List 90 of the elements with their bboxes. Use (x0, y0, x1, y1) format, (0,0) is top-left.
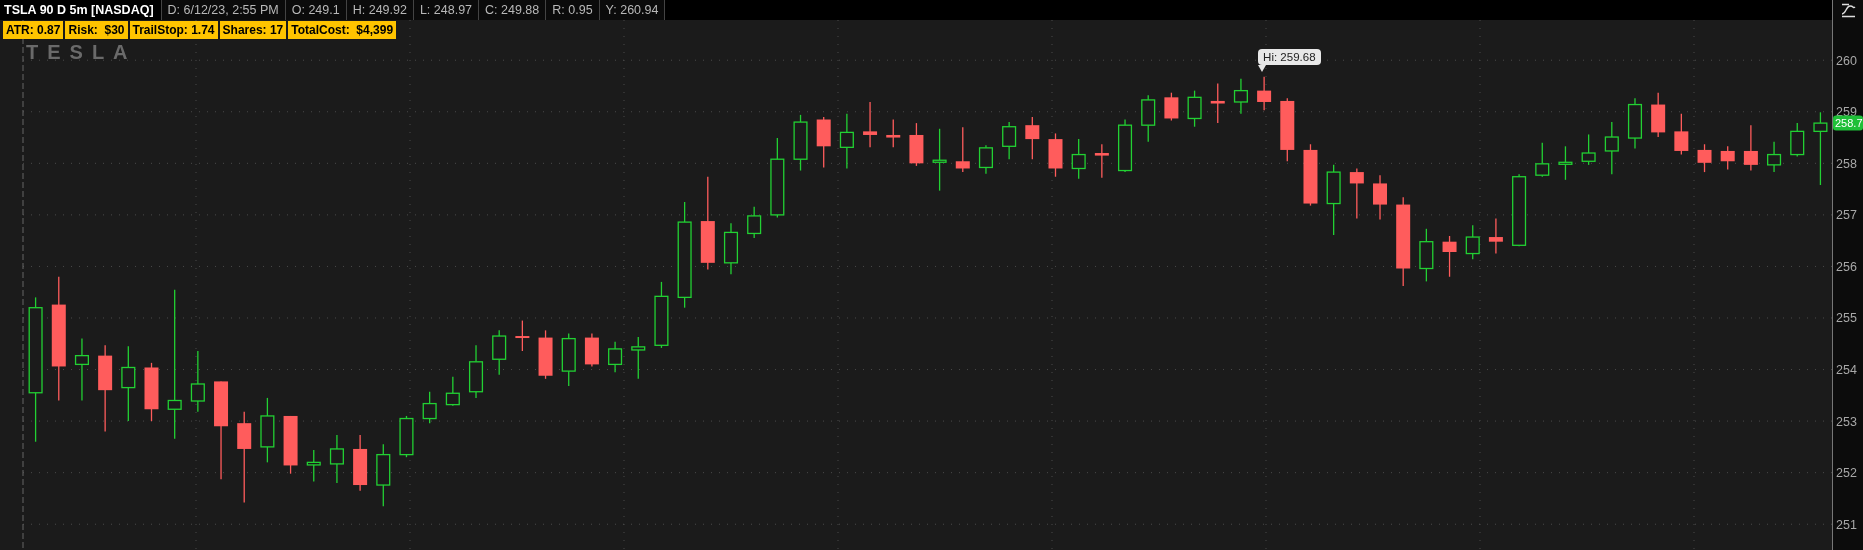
candlestick (793, 114, 808, 172)
candlestick (1674, 113, 1689, 156)
candlestick (1790, 122, 1805, 158)
candlestick (1535, 142, 1550, 178)
candlestick (1581, 133, 1596, 166)
candlestick (839, 113, 854, 170)
logo-text: TESLA (26, 41, 137, 63)
price-tick-label: 256 (1836, 259, 1857, 274)
candlestick (306, 449, 321, 483)
candlestick (747, 206, 762, 239)
price-tick-label: 257 (1836, 208, 1857, 223)
candlestick (909, 122, 924, 167)
quote-field: Y: 260.94 (599, 0, 666, 20)
candlestick (1094, 143, 1109, 179)
candlestick (584, 332, 599, 368)
study-label: Shares: 17 (219, 21, 287, 39)
candlestick (329, 434, 344, 484)
candlestick (1442, 235, 1457, 278)
candlestick (1048, 132, 1063, 178)
candlestick (561, 332, 576, 387)
candlestick (1187, 89, 1202, 128)
candlestick (190, 350, 205, 413)
candlestick (515, 319, 530, 352)
candlestick (1233, 78, 1248, 115)
candlestick (816, 116, 831, 169)
candlestick (978, 144, 993, 175)
candlestick (1257, 76, 1272, 111)
candlestick (1419, 228, 1434, 283)
candlestick (631, 336, 646, 380)
candlestick (422, 391, 437, 424)
quote-field: O: 249.1 (285, 0, 347, 20)
candlestick (863, 101, 878, 148)
candlestick (955, 126, 970, 173)
candlestick (932, 128, 947, 192)
candlestick (283, 415, 298, 475)
candlestick (1743, 124, 1758, 172)
candlestick (654, 281, 669, 349)
price-tick-label: 251 (1836, 517, 1857, 532)
candlestick (1373, 174, 1387, 221)
candlestick (1720, 145, 1735, 171)
high-tooltip: Hi: 259.68 (1258, 48, 1321, 65)
candlestick (468, 344, 484, 399)
quote-field: D: 6/12/23, 2:55 PM (161, 0, 286, 20)
candlestick (260, 397, 275, 463)
candlestick (1767, 141, 1782, 173)
candlestick (1465, 224, 1480, 260)
candlestick (74, 337, 89, 402)
candlestick (886, 118, 901, 148)
quote-field: C: 249.88 (479, 0, 547, 20)
candlestick (1326, 164, 1341, 236)
quote-field: R: 0.95 (546, 0, 600, 20)
price-tick-label: 258 (1836, 156, 1857, 171)
candlestick (538, 329, 553, 380)
study-label: TrailStop: 1.74 (129, 21, 218, 39)
candlestick (608, 341, 623, 373)
candlestick (399, 415, 414, 458)
candlestick (1697, 143, 1712, 173)
candlestick (1627, 97, 1643, 150)
candlestick (1604, 121, 1619, 175)
price-tick-label: 254 (1836, 363, 1857, 378)
price-tick-label: 260 (1836, 53, 1857, 68)
study-label: TotalCost: $4,399 (288, 21, 397, 39)
price-tick-label: 252 (1836, 466, 1857, 481)
candlestick (445, 376, 460, 407)
quote-field: H: 249.92 (346, 0, 414, 20)
study-label: Risk: $30 (65, 21, 128, 39)
study-label: ATR: 0.87 (3, 21, 64, 39)
candlestick (1002, 121, 1017, 160)
candlestick (1071, 138, 1086, 180)
candlestick (1118, 118, 1133, 173)
candlestick (1488, 217, 1503, 255)
price-tick-label: 253 (1836, 414, 1857, 429)
candlestick (1349, 167, 1364, 220)
candlestick (353, 434, 368, 492)
candlestick (1164, 92, 1179, 122)
candlestick (1651, 92, 1666, 138)
candlestick (1558, 145, 1573, 181)
candlestick (1303, 143, 1318, 207)
quote-field: L: 248.97 (413, 0, 480, 20)
candlestick (1141, 94, 1156, 143)
curve-icon[interactable] (1839, 2, 1857, 18)
candlestick (723, 222, 739, 275)
price-tick-label: 255 (1836, 311, 1857, 326)
candlestick (144, 362, 159, 422)
candlestick (492, 329, 507, 376)
candlestick (1210, 82, 1225, 124)
candlestick (1025, 116, 1040, 160)
candlestick (376, 443, 391, 507)
candlestick (1280, 97, 1295, 162)
last-price-tag: 258.7 (1833, 115, 1863, 131)
